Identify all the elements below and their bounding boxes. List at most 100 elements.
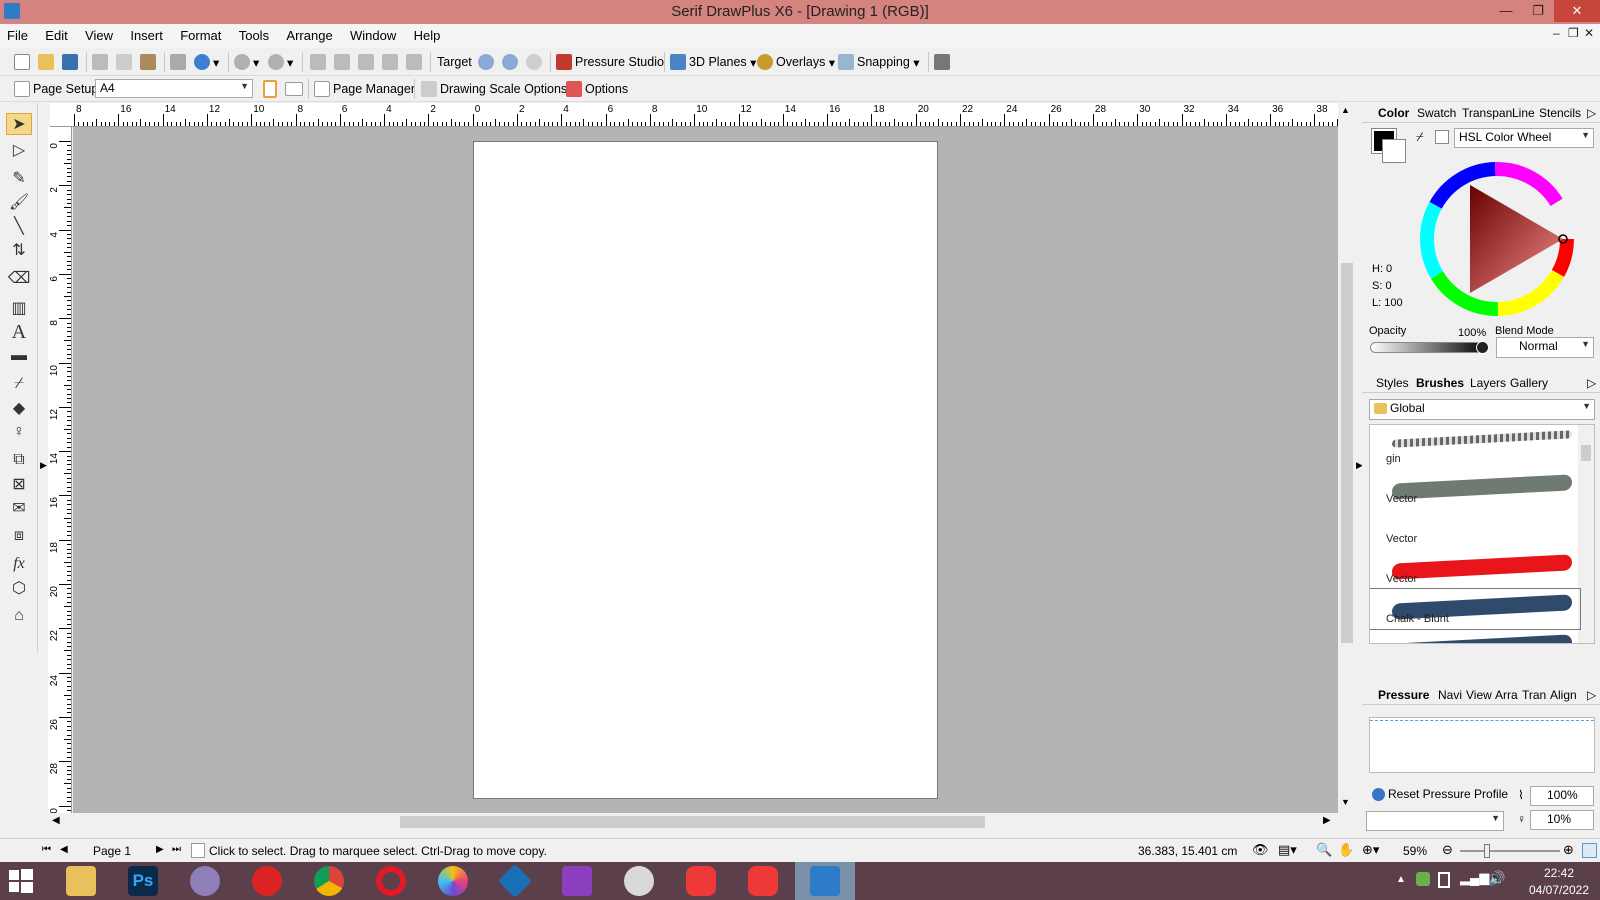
brush-item[interactable]: Vector: [1370, 469, 1580, 509]
clock-time[interactable]: 22:42: [1524, 866, 1594, 880]
brush-tool-icon[interactable]: 🖌: [6, 191, 32, 213]
tray-expand-icon[interactable]: ▲: [1396, 874, 1406, 885]
pressure-curve-graph[interactable]: [1369, 717, 1595, 773]
menu-edit[interactable]: Edit: [38, 24, 74, 48]
tab-arrange[interactable]: Arra: [1495, 688, 1518, 702]
blend-mode-select[interactable]: Normal ▼: [1496, 337, 1594, 358]
affinity-designer-icon[interactable]: [498, 864, 532, 898]
brush-item[interactable]: Chalk - Grainy: [1370, 629, 1580, 643]
opacity-slider[interactable]: [1370, 341, 1489, 354]
clock-date[interactable]: 04/07/2022: [1524, 883, 1594, 897]
tab-transform[interactable]: Tran: [1522, 688, 1546, 702]
panel-menu-icon[interactable]: ▷: [1587, 376, 1596, 390]
page[interactable]: [473, 141, 938, 799]
menu-view[interactable]: View: [78, 24, 120, 48]
brush-category-select[interactable]: Global ▼: [1369, 399, 1595, 420]
flip-vertical-icon[interactable]: [334, 52, 353, 72]
horizontal-scroll-thumb[interactable]: [400, 816, 985, 828]
mdi-close-button[interactable]: ✕: [1584, 26, 1594, 40]
reset-pressure-button[interactable]: Reset Pressure Profile: [1372, 787, 1508, 801]
mdi-minimize-button[interactable]: –: [1553, 26, 1560, 40]
app-10-icon[interactable]: [624, 866, 654, 896]
shape-tool-icon[interactable]: ▥: [6, 297, 32, 319]
drawplus-taskbar-button[interactable]: [795, 862, 855, 900]
menu-arrange[interactable]: Arrange: [279, 24, 339, 48]
color-mode-select[interactable]: HSL Color Wheel ▼: [1454, 128, 1594, 148]
menu-file[interactable]: File: [0, 24, 35, 48]
send-back-icon[interactable]: [406, 52, 425, 72]
next-page-icon[interactable]: ▶: [156, 844, 164, 855]
menu-window[interactable]: Window: [343, 24, 403, 48]
brush-list-scrollbar[interactable]: [1578, 425, 1594, 643]
pressure-profile-select[interactable]: ▼: [1366, 811, 1504, 831]
network-icon[interactable]: ▂▄▆: [1460, 870, 1489, 886]
blend-tool-icon[interactable]: ⧈: [6, 525, 32, 547]
tab-pressure[interactable]: Pressure: [1378, 688, 1429, 702]
copy-icon[interactable]: [116, 52, 135, 72]
overlays-button[interactable]: Overlays ▾: [757, 52, 835, 72]
opacity-slider-handle[interactable]: [1476, 341, 1489, 354]
format-painter-icon[interactable]: [170, 52, 189, 72]
zoom-slider[interactable]: [1460, 844, 1560, 858]
page-view-icon[interactable]: ▤▾: [1278, 842, 1297, 858]
fit-page-icon[interactable]: [1582, 843, 1597, 858]
undo-icon[interactable]: ▾: [234, 52, 259, 72]
picture-tool-icon[interactable]: ▬: [6, 345, 32, 367]
vivaldi-icon[interactable]: [686, 866, 716, 896]
brush-item[interactable]: Vector: [1370, 509, 1580, 549]
hsl-color-wheel[interactable]: [1417, 159, 1577, 319]
tab-gallery[interactable]: Gallery: [1510, 376, 1548, 390]
text-tool-icon[interactable]: A: [6, 321, 32, 343]
zoom-in-icon[interactable]: ⊕: [1563, 842, 1574, 858]
pointer-tool-icon[interactable]: ➤: [6, 113, 32, 135]
3d-planes-button[interactable]: 3D Planes ▾: [670, 52, 756, 72]
close-button[interactable]: ✕: [1554, 0, 1600, 22]
zoom-slider-handle[interactable]: [1484, 844, 1490, 858]
tab-swatch[interactable]: Swatch: [1417, 106, 1456, 120]
pressure-opacity-input[interactable]: 10%: [1530, 810, 1594, 830]
page-manager-button[interactable]: Page Manager: [314, 79, 415, 99]
tray-app-icon[interactable]: [1416, 872, 1430, 886]
volume-icon[interactable]: 🔊: [1488, 870, 1505, 887]
effects-tool-icon[interactable]: fx: [6, 553, 32, 575]
app-7-icon[interactable]: [438, 866, 468, 896]
redo-icon[interactable]: ▾: [268, 52, 293, 72]
bring-front-icon[interactable]: [382, 52, 401, 72]
chrome-icon[interactable]: [314, 866, 344, 896]
line-tool-icon[interactable]: ╲: [6, 215, 32, 237]
opera-icon[interactable]: [376, 866, 406, 896]
brush-list[interactable]: gin Vector Vector Vector Chalk - Blunt Chalk …: [1369, 424, 1595, 644]
brush-item[interactable]: Chalk - Blunt: [1370, 588, 1581, 630]
rotate-icon[interactable]: [358, 52, 377, 72]
vertical-scroll-thumb[interactable]: [1341, 263, 1353, 643]
menu-tools[interactable]: Tools: [232, 24, 276, 48]
tab-brushes[interactable]: Brushes: [1416, 376, 1464, 390]
vertical-ruler[interactable]: 024681012141618202224262830: [48, 127, 72, 813]
horizontal-scrollbar[interactable]: ◀ ▶: [50, 813, 1338, 831]
target-shape-2-icon[interactable]: [502, 52, 521, 72]
cut-icon[interactable]: [92, 52, 111, 72]
last-page-icon[interactable]: ⏭: [172, 844, 181, 855]
tab-view[interactable]: View: [1466, 688, 1492, 702]
prev-page-icon[interactable]: ◀: [60, 844, 68, 855]
options-button[interactable]: Options: [566, 79, 628, 99]
maximize-button[interactable]: ❐: [1522, 0, 1554, 22]
zoom-out-icon[interactable]: ⊖: [1442, 842, 1453, 858]
transparency-tool-icon[interactable]: ♀: [6, 421, 32, 443]
zoom-icon[interactable]: 🔍: [1316, 842, 1332, 858]
minimize-button[interactable]: —: [1490, 0, 1522, 22]
file-explorer-icon[interactable]: [66, 866, 96, 896]
tab-align[interactable]: Align: [1550, 688, 1577, 702]
web-icon[interactable]: ▾: [194, 52, 219, 72]
panel-menu-icon[interactable]: ▷: [1587, 106, 1596, 120]
eraser-tool-icon[interactable]: ⌫: [6, 267, 32, 289]
brush-item[interactable]: Vector: [1370, 549, 1580, 589]
pressure-studio-button[interactable]: Pressure Studio: [556, 52, 664, 72]
connector-tool-icon[interactable]: ⇅: [6, 239, 32, 261]
fill-tool-icon[interactable]: ◆: [6, 397, 32, 419]
3d-planes-tool-icon[interactable]: ⌂: [6, 605, 32, 627]
new-icon[interactable]: [14, 52, 33, 72]
app-4-icon[interactable]: [252, 866, 282, 896]
open-icon[interactable]: [38, 52, 57, 72]
3d-tool-icon[interactable]: ⬡: [6, 577, 32, 599]
